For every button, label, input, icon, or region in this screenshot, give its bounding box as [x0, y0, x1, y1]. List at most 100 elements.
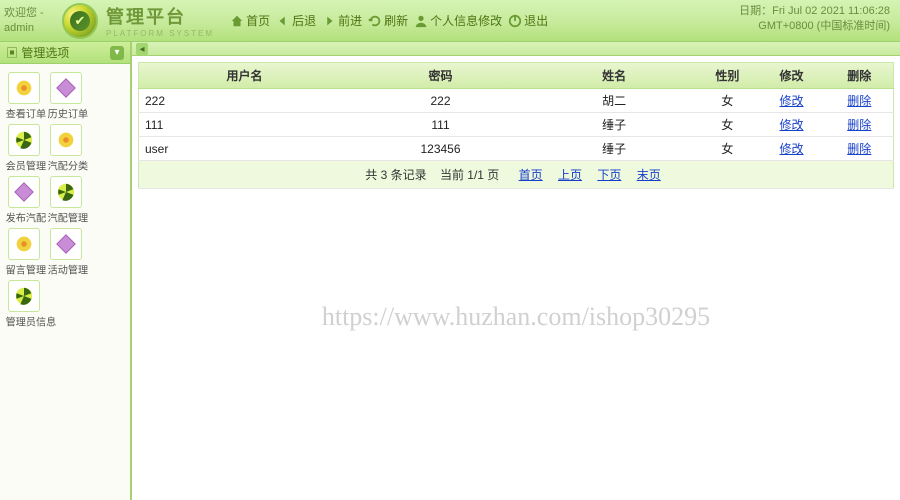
sidebar-item-label: 活动管理 — [48, 263, 85, 278]
cell-name: 缍子 — [531, 137, 697, 161]
sidebar-header[interactable]: ▣ 管理选项 ▾ — [0, 42, 130, 64]
sidebar: ▣ 管理选项 ▾ 查看订单 历史订单 会员管理 汽配分类 发布汽配 汽配管理 — [0, 42, 132, 500]
table-row: 222 222 胡二 女 修改 删除 — [139, 89, 894, 113]
date-box: 日期：Fri Jul 02 2021 11:06:28 GMT+0800 (中国… — [739, 4, 890, 35]
diamond-icon — [8, 176, 40, 208]
nav-home[interactable]: 首页 — [230, 12, 270, 29]
cell-user: 222 — [139, 89, 350, 113]
watermark: https://www.huzhan.com/ishop30295 — [322, 302, 710, 332]
table-header-row: 用户名 密码 姓名 性别 修改 删除 — [139, 63, 894, 89]
nav-back[interactable]: 后退 — [276, 12, 316, 29]
sidebar-item-parts-category[interactable]: 汽配分类 — [46, 124, 86, 174]
nav-label: 首页 — [246, 12, 270, 29]
col-username: 用户名 — [139, 63, 350, 89]
nav-refresh[interactable]: 刷新 — [368, 12, 408, 29]
nav-label: 后退 — [292, 12, 316, 29]
user-table: 用户名 密码 姓名 性别 修改 删除 222 222 胡二 女 修改 删除 — [138, 62, 894, 189]
sidebar-item-label: 会员管理 — [6, 159, 43, 174]
cell-user: 111 — [139, 113, 350, 137]
pager-total: 共 3 条记录 — [365, 168, 426, 182]
sidebar-item-parts-manage[interactable]: 汽配管理 — [46, 176, 86, 226]
sidebar-item-label: 查看订单 — [6, 107, 43, 122]
sidebar-item-admin-info[interactable]: 管理员信息 — [4, 280, 44, 330]
brand-subtitle: PLATFORM SYSTEM — [106, 29, 214, 38]
pager-current: 当前 1/1 页 — [440, 168, 499, 182]
pager-first[interactable]: 首页 — [519, 168, 543, 182]
minus-icon: ▣ — [6, 46, 18, 60]
col-name: 姓名 — [531, 63, 697, 89]
delete-link[interactable]: 删除 — [847, 142, 871, 156]
sidebar-item-message-manage[interactable]: 留言管理 — [4, 228, 44, 278]
sidebar-title: 管理选项 — [21, 46, 69, 60]
app-header: 欢迎您 - admin ✔ 管理平台 PLATFORM SYSTEM 首页 后退… — [0, 0, 900, 42]
sidebar-item-publish-parts[interactable]: 发布汽配 — [4, 176, 44, 226]
delete-link[interactable]: 删除 — [847, 94, 871, 108]
diamond-icon — [50, 72, 82, 104]
sidebar-item-label: 历史订单 — [48, 107, 85, 122]
sidebar-item-label: 汽配分类 — [48, 159, 85, 174]
radiation-icon — [8, 280, 40, 312]
nav-label: 前进 — [338, 12, 362, 29]
sidebar-item-view-orders[interactable]: 查看订单 — [4, 72, 44, 122]
sidebar-item-label: 管理员信息 — [6, 315, 43, 330]
back-icon — [276, 14, 290, 28]
cell-sex: 女 — [697, 137, 757, 161]
top-nav: 首页 后退 前进 刷新 个人信息修改 退出 — [230, 12, 548, 29]
gear-icon — [8, 72, 40, 104]
edit-link[interactable]: 修改 — [780, 94, 804, 108]
sidebar-item-member-manage[interactable]: 会员管理 — [4, 124, 44, 174]
delete-link[interactable]: 删除 — [847, 118, 871, 132]
refresh-icon — [368, 14, 382, 28]
pager-row: 共 3 条记录 当前 1/1 页 首页 上页 下页 末页 — [139, 161, 894, 189]
welcome-box: 欢迎您 - admin — [0, 4, 58, 37]
forward-icon — [322, 14, 336, 28]
col-edit: 修改 — [758, 63, 826, 89]
sidebar-item-activity-manage[interactable]: 活动管理 — [46, 228, 86, 278]
cell-name: 胡二 — [531, 89, 697, 113]
sidebar-icons: 查看订单 历史订单 会员管理 汽配分类 发布汽配 汽配管理 留言管理 活动管理 — [0, 64, 130, 338]
cell-pwd: 111 — [350, 113, 531, 137]
sidebar-item-label: 留言管理 — [6, 263, 43, 278]
nav-profile-edit[interactable]: 个人信息修改 — [414, 12, 502, 29]
brand-title: 管理平台 — [106, 3, 214, 29]
main-toolbar: ◂ — [132, 42, 900, 56]
gear-icon — [50, 124, 82, 156]
radiation-icon — [8, 124, 40, 156]
exit-icon — [508, 14, 522, 28]
sidebar-item-label: 汽配管理 — [48, 211, 85, 226]
cell-pwd: 222 — [350, 89, 531, 113]
home-icon — [230, 14, 244, 28]
pager-next[interactable]: 下页 — [597, 168, 621, 182]
pager-prev[interactable]: 上页 — [558, 168, 582, 182]
col-password: 密码 — [350, 63, 531, 89]
cell-name: 缍子 — [531, 113, 697, 137]
pager-last[interactable]: 末页 — [637, 168, 661, 182]
brand: 管理平台 PLATFORM SYSTEM — [106, 3, 214, 38]
table-row: 111 111 缍子 女 修改 删除 — [139, 113, 894, 137]
nav-label: 刷新 — [384, 12, 408, 29]
col-delete: 删除 — [826, 63, 894, 89]
collapse-left-icon[interactable]: ◂ — [136, 43, 148, 55]
cell-user: user — [139, 137, 350, 161]
date-label: 日期： — [739, 5, 772, 17]
sidebar-item-label: 发布汽配 — [6, 211, 43, 226]
user-edit-icon — [414, 14, 428, 28]
collapse-icon[interactable]: ▾ — [110, 46, 124, 60]
table-row: user 123456 缍子 女 修改 删除 — [139, 137, 894, 161]
cell-sex: 女 — [697, 113, 757, 137]
col-sex: 性别 — [697, 63, 757, 89]
nav-label: 退出 — [524, 12, 548, 29]
logo-icon: ✔ — [62, 3, 98, 39]
radiation-icon — [50, 176, 82, 208]
cell-sex: 女 — [697, 89, 757, 113]
sidebar-item-history-orders[interactable]: 历史订单 — [46, 72, 86, 122]
nav-label: 个人信息修改 — [430, 12, 502, 29]
date-value: Fri Jul 02 2021 11:06:28 — [772, 5, 890, 17]
content: 用户名 密码 姓名 性别 修改 删除 222 222 胡二 女 修改 删除 — [132, 56, 900, 195]
nav-exit[interactable]: 退出 — [508, 12, 548, 29]
main-area: ◂ 用户名 密码 姓名 性别 修改 删除 222 222 — [132, 42, 900, 500]
gear-icon — [8, 228, 40, 260]
nav-forward[interactable]: 前进 — [322, 12, 362, 29]
edit-link[interactable]: 修改 — [780, 118, 804, 132]
edit-link[interactable]: 修改 — [780, 142, 804, 156]
